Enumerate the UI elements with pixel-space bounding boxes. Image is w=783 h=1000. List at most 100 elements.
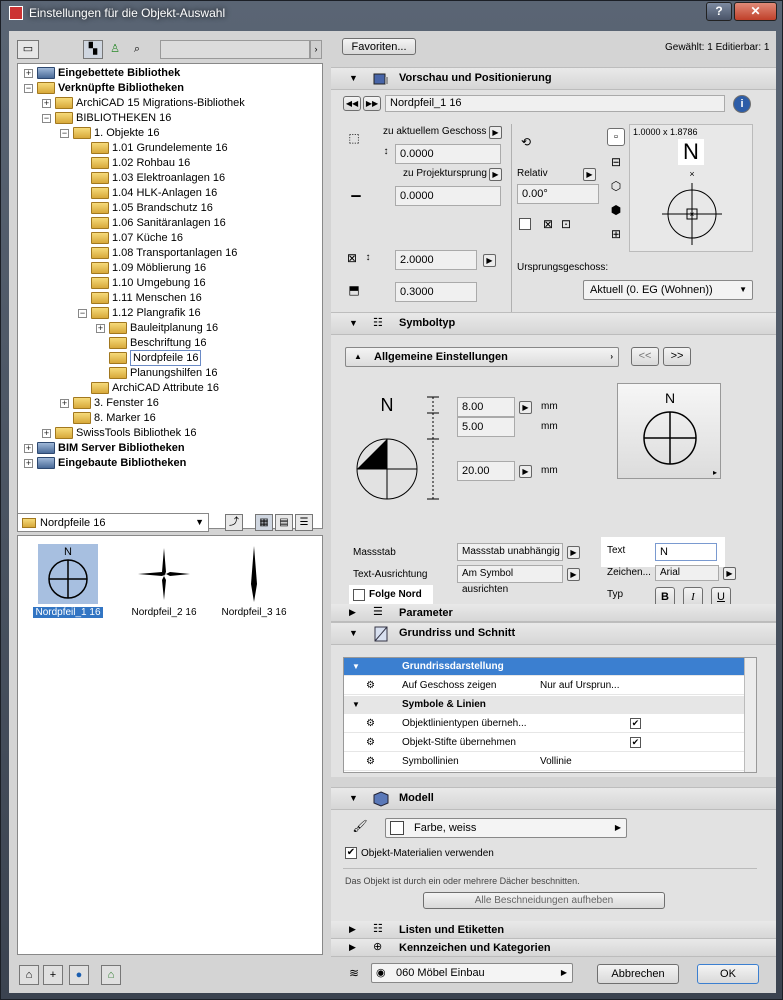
object-item[interactable]: N Nordpfeil_1 16	[26, 544, 110, 624]
settings-dropdown[interactable]: Allgemeine Einstellungen ▲ ›	[345, 347, 619, 367]
add-library-icon[interactable]: +	[43, 965, 63, 985]
relativ-dropdown-icon[interactable]: ▶	[583, 168, 596, 181]
close-button[interactable]: ✕	[734, 2, 777, 21]
projekt-input[interactable]: 0.0000	[395, 186, 501, 206]
folder-select[interactable]: Nordpfeile 16 ▼	[17, 513, 209, 532]
folder-up-icon[interactable]: ⤴	[225, 514, 243, 531]
side-view-icon[interactable]: ⊟	[607, 154, 625, 170]
large-icons-view-icon[interactable]: ▦	[255, 514, 273, 531]
table-row[interactable]: ▼ Grundrissdarstellung	[344, 658, 744, 676]
list-view-icon[interactable]: ☰	[295, 514, 313, 531]
mirror-icon[interactable]: ⊠	[539, 216, 557, 232]
grundriss-scrollbar[interactable]	[744, 658, 756, 772]
expand-icon[interactable]: +	[24, 69, 33, 78]
font-dropdown-icon[interactable]: ▶	[723, 567, 736, 580]
expand-icon[interactable]: +	[60, 399, 69, 408]
3d-view-icon[interactable]: ⬢	[607, 202, 625, 218]
next-object-icon[interactable]: ▶▶	[363, 96, 381, 111]
object-item[interactable]: Nordpfeil_3 16	[212, 544, 296, 624]
section-header-listen[interactable]: ▶ ☷ Listen und Etiketten	[331, 921, 776, 939]
table-row[interactable]: ⚙ Objektlinientypen überneh... ✔	[344, 715, 744, 733]
expand-icon[interactable]: +	[42, 429, 51, 438]
text-input[interactable]: N	[655, 543, 717, 561]
dim1-dropdown-icon[interactable]: ▶	[519, 401, 532, 414]
beschneidungen-button[interactable]: Alle Beschneidungen aufheben	[423, 892, 665, 909]
row-value[interactable]: Nur auf Ursprun...	[540, 677, 619, 695]
dim1-input[interactable]: 8.00	[457, 397, 515, 417]
dim3-input[interactable]: 20.00	[457, 461, 515, 481]
plan-view-icon[interactable]: ▫	[607, 128, 625, 146]
section-header-vorschau[interactable]: ▼ Vorschau und Positionierung	[331, 68, 776, 90]
collapse-icon[interactable]: −	[60, 129, 69, 138]
materialien-checkbox[interactable]: ✔	[345, 847, 357, 859]
row-checkbox[interactable]: ✔	[630, 718, 641, 729]
next-page-button[interactable]: >>	[663, 347, 691, 366]
folge-nord-toggle[interactable]: Folge Nord	[349, 585, 433, 605]
symbol-preview[interactable]: N ▸	[617, 383, 721, 479]
massstab-dropdown-icon[interactable]: ▶	[567, 546, 580, 559]
section-header-modell[interactable]: ▼ Modell	[331, 788, 776, 810]
ausrichtung-dropdown-icon[interactable]: ▶	[567, 568, 580, 581]
cancel-button[interactable]: Abbrechen	[597, 964, 679, 984]
ursprung-dropdown[interactable]: Aktuell (0. EG (Wohnen)) ▼	[583, 280, 753, 300]
text-field-area: Text N	[601, 537, 725, 567]
library-manager-icon[interactable]: ⌂	[19, 965, 39, 985]
expand-icon[interactable]: +	[42, 99, 51, 108]
angle-input[interactable]: 0.00°	[517, 184, 599, 204]
library-filter-icon[interactable]: ♙	[105, 40, 125, 59]
table-row[interactable]: ⚙ Objekt-Stifte übernehmen ✔	[344, 734, 744, 752]
search-dropdown-icon[interactable]: ›	[310, 40, 322, 59]
table-row[interactable]: ▼ Symbole & Linien	[344, 696, 744, 714]
layer-dropdown[interactable]: ◉ 060 Möbel Einbau ▶	[371, 963, 573, 983]
search-icon[interactable]: ⌕	[127, 40, 147, 59]
size-dropdown-icon[interactable]: ▶	[483, 254, 496, 267]
ok-button[interactable]: OK	[697, 964, 759, 984]
collapse-icon[interactable]: −	[78, 309, 87, 318]
mirror-checkbox[interactable]	[519, 218, 531, 230]
section-header-kennzeichen[interactable]: ▶ ⊕ Kennzeichen und Kategorien	[331, 939, 776, 957]
folge-nord-checkbox[interactable]	[353, 589, 365, 601]
home-icon[interactable]: ⌂	[101, 965, 121, 985]
size-input[interactable]: 2.0000	[395, 250, 477, 270]
massstab-field[interactable]: Massstab unabhängig	[457, 543, 563, 561]
dim3-dropdown-icon[interactable]: ▶	[519, 465, 532, 478]
section-header-symboltyp[interactable]: ▼ ☷ Symboltyp	[331, 313, 776, 335]
settings-top-bar: Favoriten... Gewählt: 1 Editierbar: 1	[331, 31, 776, 59]
library-objects-icon[interactable]: ▚	[83, 40, 103, 59]
collapse-icon[interactable]: −	[42, 114, 51, 123]
small-icons-view-icon[interactable]: ▤	[275, 514, 293, 531]
expand-icon[interactable]: +	[24, 444, 33, 453]
info-icon[interactable]: i	[733, 95, 751, 113]
geschoss-dropdown-icon[interactable]: ▶	[489, 126, 502, 139]
row-checkbox[interactable]: ✔	[630, 737, 641, 748]
axon-view-icon[interactable]: ⬡	[607, 178, 625, 194]
row-value[interactable]: Vollinie	[540, 753, 572, 771]
object-name-field[interactable]: Nordpfeil_1 16	[385, 95, 725, 112]
collapse-triangle-icon[interactable]: ▼	[352, 658, 360, 676]
table-row[interactable]: ⚙ Auf Geschoss zeigen Nur auf Ursprun...	[344, 677, 744, 695]
dim2-input[interactable]: 5.00	[457, 417, 515, 437]
expand-icon[interactable]: +	[96, 324, 105, 333]
section-header-parameter[interactable]: ▶ ☰ Parameter	[331, 604, 776, 622]
ausrichtung-field[interactable]: Am Symbol ausrichten	[457, 565, 563, 595]
search-input[interactable]	[160, 40, 310, 59]
section-header-grundriss[interactable]: ▼ Grundriss und Schnitt	[331, 623, 776, 645]
material-dropdown[interactable]: Farbe, weiss ▶	[385, 818, 627, 838]
favoriten-button[interactable]: Favoriten...	[342, 38, 416, 55]
prev-object-icon[interactable]: ◀◀	[343, 96, 361, 111]
mirror-alt-icon[interactable]: ⊡	[557, 216, 575, 232]
geschoss-input[interactable]: 0.0000	[395, 144, 501, 164]
help-button[interactable]: ?	[706, 2, 732, 21]
font-field[interactable]: Arial	[655, 565, 719, 581]
table-row[interactable]: ⚙ Symbollinien Vollinie	[344, 753, 744, 771]
globe-icon[interactable]: ●	[69, 965, 89, 985]
object-item[interactable]: Nordpfeil_2 16	[122, 544, 206, 624]
height-input[interactable]: 0.3000	[395, 282, 477, 302]
view-mode-icon[interactable]: ▭	[17, 40, 39, 59]
expand-icon[interactable]: +	[24, 459, 33, 468]
collapse-icon[interactable]: −	[24, 84, 33, 93]
collapse-triangle-icon[interactable]: ▼	[352, 696, 360, 714]
projekt-dropdown-icon[interactable]: ▶	[489, 168, 502, 181]
prev-page-button[interactable]: <<	[631, 347, 659, 366]
section-view-icon[interactable]: ⊞	[607, 226, 625, 242]
